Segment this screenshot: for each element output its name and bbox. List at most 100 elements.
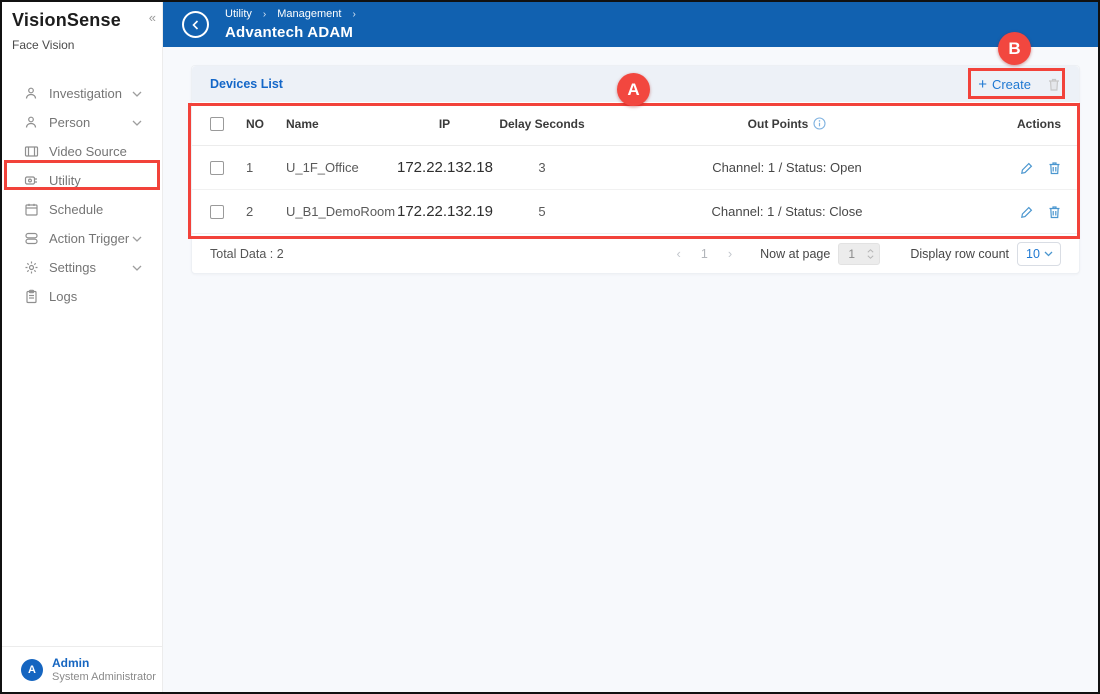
video-icon bbox=[24, 144, 39, 159]
sidebar-item-schedule[interactable]: Schedule bbox=[2, 195, 162, 224]
user-info: Admin System Administrator bbox=[52, 656, 156, 683]
prev-page-icon[interactable]: ‹ bbox=[677, 246, 681, 261]
sidebar-collapse-icon[interactable]: « bbox=[149, 10, 156, 25]
app-subtitle: Face Vision bbox=[12, 38, 75, 52]
calendar-icon bbox=[24, 202, 39, 217]
app-window: VisionSense Face Vision « Investigation … bbox=[0, 0, 1100, 694]
panel-actions: + Create bbox=[978, 77, 1061, 92]
sidebar-item-action-trigger[interactable]: Action Trigger bbox=[2, 224, 162, 253]
panel-title: Devices List bbox=[210, 77, 283, 91]
table-footer: Total Data : 2 ‹ 1 › Now at page 1 Displ… bbox=[192, 234, 1079, 273]
sidebar-item-label: Video Source bbox=[49, 144, 127, 159]
cell-delay: 5 bbox=[538, 204, 546, 219]
plus-icon: + bbox=[978, 75, 987, 93]
header-titles: Utility › Management › Advantech ADAM bbox=[225, 8, 356, 41]
bulk-delete-icon[interactable] bbox=[1047, 77, 1061, 92]
cell-name: U_1F_Office bbox=[286, 160, 359, 175]
cell-actions bbox=[982, 161, 1061, 175]
next-page-icon[interactable]: › bbox=[728, 246, 732, 261]
cell-name: U_B1_DemoRoom bbox=[286, 204, 396, 219]
chevron-down-icon bbox=[132, 265, 142, 271]
page-input-value: 1 bbox=[848, 246, 856, 261]
sidebar-item-logs[interactable]: Logs bbox=[2, 282, 162, 311]
user-account[interactable]: A Admin System Administrator bbox=[2, 646, 162, 692]
person-search-icon bbox=[24, 115, 39, 130]
sidebar-item-label: Schedule bbox=[49, 202, 104, 217]
gear-icon bbox=[24, 260, 39, 275]
cell-no: 1 bbox=[246, 160, 254, 175]
select-all-checkbox[interactable] bbox=[210, 116, 224, 131]
sidebar-item-label: Action Trigger bbox=[49, 231, 130, 246]
content-area: Devices List + Create NO Name IP Delay S… bbox=[163, 47, 1098, 692]
main-area: Utility › Management › Advantech ADAM De… bbox=[163, 2, 1098, 692]
devices-panel: Devices List + Create NO Name IP Delay S… bbox=[191, 65, 1080, 274]
edit-icon[interactable] bbox=[1020, 161, 1034, 175]
breadcrumb: Utility › Management › bbox=[225, 8, 356, 20]
info-icon[interactable] bbox=[813, 117, 826, 130]
page-number[interactable]: 1 bbox=[701, 247, 708, 261]
brand-block: VisionSense Face Vision « bbox=[2, 2, 162, 52]
delete-icon[interactable] bbox=[1048, 205, 1061, 219]
chevron-down-icon bbox=[132, 91, 142, 97]
devices-table: NO Name IP Delay Seconds Out Points Acti… bbox=[192, 102, 1079, 273]
cell-out-points: Channel: 1 / Status: Open bbox=[712, 160, 862, 175]
devices-panel-header: Devices List + Create bbox=[192, 66, 1079, 102]
sidebar-item-label: Person bbox=[49, 115, 91, 130]
chevron-left-icon bbox=[191, 19, 198, 30]
sidebar-item-settings[interactable]: Settings bbox=[2, 253, 162, 282]
cell-ip: 172.22.132.19 bbox=[397, 203, 493, 220]
sidebar: VisionSense Face Vision « Investigation … bbox=[2, 2, 163, 692]
column-name: Name bbox=[286, 116, 319, 131]
column-out-points-label: Out Points bbox=[747, 116, 809, 131]
layers-icon bbox=[24, 231, 39, 246]
page-number-input[interactable]: 1 bbox=[838, 242, 881, 265]
sidebar-item-video-source[interactable]: Video Source bbox=[2, 137, 162, 166]
back-button[interactable] bbox=[182, 11, 209, 38]
chevron-down-icon bbox=[1044, 251, 1053, 256]
person-search-icon bbox=[24, 86, 39, 101]
create-button[interactable]: + Create bbox=[978, 77, 1031, 92]
row-count-select[interactable]: 10 bbox=[1017, 241, 1061, 266]
column-ip: IP bbox=[438, 116, 451, 131]
sidebar-item-utility[interactable]: Utility bbox=[2, 166, 162, 195]
column-delay: Delay Seconds bbox=[499, 116, 585, 131]
page-header: Utility › Management › Advantech ADAM bbox=[163, 2, 1098, 47]
column-actions: Actions bbox=[1016, 116, 1061, 131]
table-row: 2 U_B1_DemoRoom 172.22.132.19 5 Channel:… bbox=[192, 190, 1079, 234]
pager: ‹ 1 › bbox=[677, 246, 733, 261]
row-checkbox[interactable] bbox=[210, 204, 224, 219]
column-out-points: Out Points bbox=[592, 117, 982, 131]
sidebar-item-investigation[interactable]: Investigation bbox=[2, 79, 162, 108]
breadcrumb-separator-icon: › bbox=[352, 8, 356, 20]
page-title: Advantech ADAM bbox=[225, 24, 354, 41]
edit-icon[interactable] bbox=[1020, 205, 1034, 219]
spinner-arrows-icon[interactable] bbox=[867, 248, 874, 259]
user-name: Admin bbox=[52, 656, 90, 670]
sidebar-item-person[interactable]: Person bbox=[2, 108, 162, 137]
now-at-page-label: Now at page bbox=[760, 246, 831, 261]
utility-icon bbox=[24, 173, 39, 188]
table-header-row: NO Name IP Delay Seconds Out Points Acti… bbox=[192, 102, 1079, 146]
cell-no: 2 bbox=[246, 204, 254, 219]
app-logo-text: VisionSense bbox=[12, 10, 121, 30]
sidebar-nav: Investigation Person Video Source Utilit… bbox=[2, 79, 162, 646]
breadcrumb-separator-icon: › bbox=[262, 8, 267, 20]
create-button-label: Create bbox=[991, 76, 1031, 92]
sidebar-item-label: Logs bbox=[49, 289, 78, 304]
avatar: A bbox=[21, 658, 43, 681]
sidebar-item-label: Investigation bbox=[49, 86, 122, 101]
chevron-down-icon bbox=[132, 120, 142, 126]
user-role: System Administrator bbox=[52, 671, 156, 683]
sidebar-item-label: Utility bbox=[49, 173, 81, 188]
total-data-label: Total Data : 2 bbox=[210, 246, 284, 261]
column-no: NO bbox=[246, 116, 264, 131]
chevron-down-icon bbox=[132, 236, 142, 242]
display-row-count-label: Display row count bbox=[910, 246, 1009, 261]
row-checkbox[interactable] bbox=[210, 160, 224, 175]
cell-delay: 3 bbox=[538, 160, 546, 175]
delete-icon[interactable] bbox=[1048, 161, 1061, 175]
breadcrumb-utility[interactable]: Utility bbox=[225, 8, 252, 20]
sidebar-item-label: Settings bbox=[49, 260, 96, 275]
clipboard-icon bbox=[24, 289, 39, 304]
breadcrumb-management[interactable]: Management bbox=[277, 8, 341, 20]
